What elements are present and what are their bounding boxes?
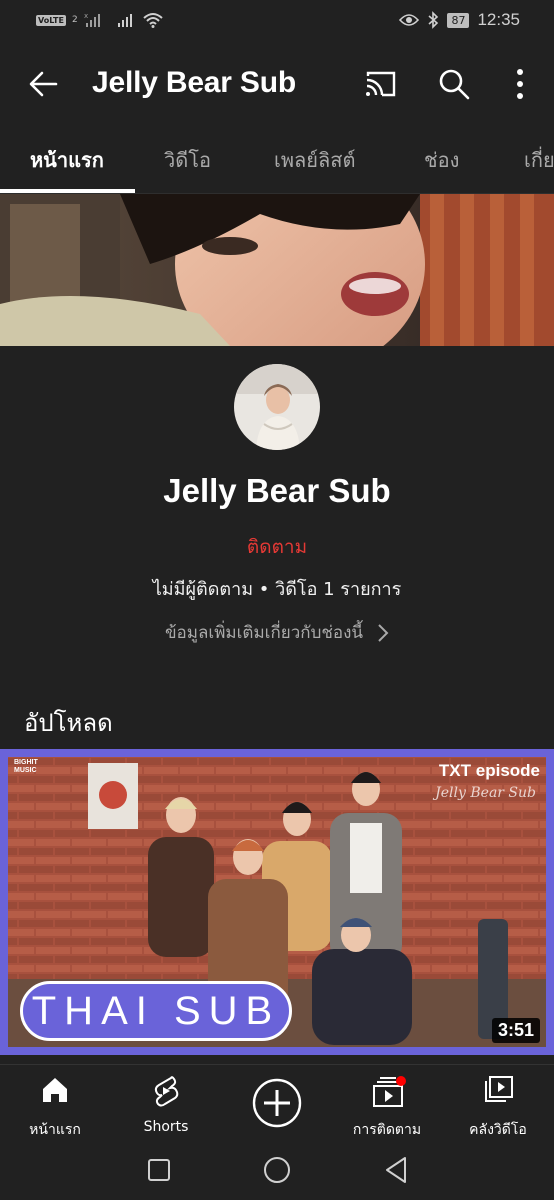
back-arrow-icon[interactable]: [26, 66, 62, 102]
home-circle-icon[interactable]: [263, 1156, 291, 1184]
channel-banner: [0, 194, 554, 346]
channel-tabs: หน้าแรก วิดีโอ เพลย์ลิสต์ ช่อง เกี่ย: [0, 124, 554, 194]
channel-avatar[interactable]: [234, 364, 320, 450]
episode-label: TXT episode: [438, 761, 540, 780]
status-bar-left: VoLTE 2 x: [36, 12, 164, 28]
nav-subscriptions-label: การติดตาม: [352, 1122, 422, 1138]
home-icon: [43, 1078, 67, 1102]
uploads-section-title: อัปโหลด: [24, 709, 113, 737]
library-icon: [485, 1076, 513, 1102]
tab-playlists[interactable]: เพลย์ลิสต์: [274, 144, 355, 176]
cast-icon[interactable]: [362, 66, 398, 102]
tab-home[interactable]: หน้าแรก: [30, 144, 104, 176]
svg-text:x: x: [84, 12, 88, 20]
nav-home-label: หน้าแรก: [29, 1122, 81, 1138]
status-time: 12:35: [477, 10, 520, 29]
tab-indicator: [0, 189, 135, 193]
bluetooth-icon: [428, 11, 439, 29]
video-thumbnail[interactable]: BIGHIT MUSIC TXT episode Jelly Bear Sub T…: [0, 749, 554, 1055]
app-bar: Jelly Bear Sub: [0, 44, 554, 124]
tab-channels[interactable]: ช่อง: [424, 144, 459, 176]
recents-square-icon[interactable]: [147, 1158, 171, 1182]
no-signal-icon: x: [84, 12, 100, 27]
nav-library-label: คลังวิดีโอ: [469, 1122, 527, 1138]
subscribe-button[interactable]: ติดตาม: [0, 532, 554, 562]
shorts-icon: [154, 1076, 179, 1107]
bottom-navigation: หน้าแรก Shorts การติดตาม คลังวิดีโอ: [0, 1064, 554, 1140]
channel-stats: ไม่มีผู้ติดตาม • วิดีโอ 1 รายการ: [152, 579, 402, 600]
tab-about[interactable]: เกี่ย: [524, 144, 554, 176]
volte-badge: VoLTE: [36, 14, 66, 26]
sim-number: 2: [71, 15, 78, 25]
banner-image: [0, 194, 554, 346]
wifi-icon: [143, 13, 163, 28]
watermark-signature: Jelly Bear Sub: [435, 785, 536, 801]
back-triangle-icon[interactable]: [383, 1156, 409, 1184]
channel-name: Jelly Bear Sub: [163, 472, 391, 509]
thai-sub-overlay: THAI SUB: [20, 981, 292, 1041]
battery-indicator: 87: [447, 12, 470, 28]
more-about-channel-link[interactable]: ข้อมูลเพิ่มเติมเกี่ยวกับช่องนี้: [0, 619, 554, 646]
tab-videos[interactable]: วิดีโอ: [164, 144, 211, 176]
bighit-music-logo: BIGHIT MUSIC: [14, 759, 38, 774]
status-bar-right: 87 12:35: [399, 10, 520, 30]
search-icon[interactable]: [436, 66, 472, 102]
video-duration: 3:51: [491, 1018, 540, 1043]
eye-comfort-icon: [399, 14, 420, 26]
more-about-channel-label: ข้อมูลเพิ่มเติมเกี่ยวกับช่องนี้: [164, 623, 364, 643]
chevron-right-icon: [378, 623, 389, 642]
app-title: Jelly Bear Sub: [92, 66, 296, 99]
system-navigation-bar: [0, 1140, 554, 1200]
subscriptions-icon: [373, 1076, 406, 1107]
signal-icon: [117, 14, 132, 27]
notification-dot: [396, 1076, 406, 1086]
status-bar: VoLTE 2 x 87 12:35: [0, 0, 554, 44]
more-vert-icon[interactable]: [502, 66, 538, 102]
create-plus-icon[interactable]: [251, 1077, 303, 1129]
nav-shorts-label: Shorts: [143, 1119, 189, 1135]
